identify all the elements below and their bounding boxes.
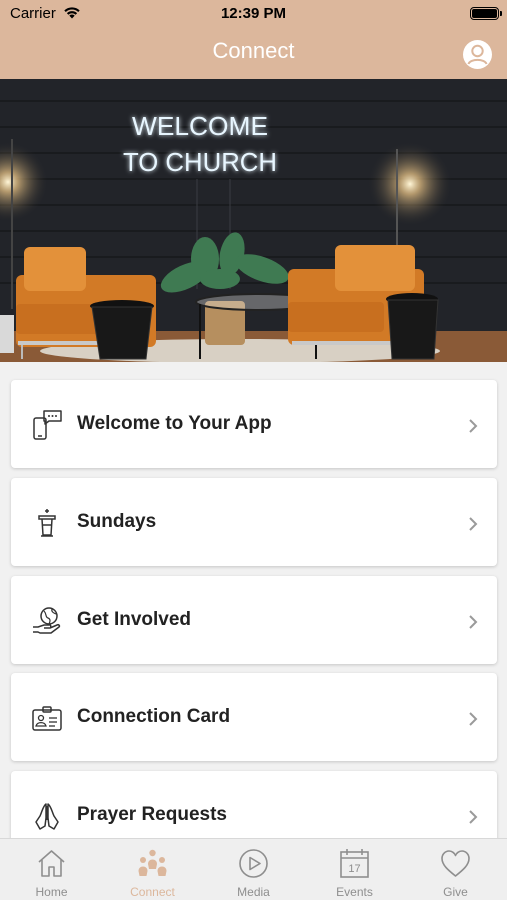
battery-icon bbox=[470, 7, 502, 20]
pulpit-icon bbox=[38, 509, 56, 537]
menu-item-label: Connection Card bbox=[77, 706, 231, 727]
tab-media[interactable]: Media bbox=[203, 839, 304, 900]
menu-item-sundays[interactable]: Sundays bbox=[11, 478, 497, 566]
menu-item-connection-card[interactable]: Connection Card bbox=[11, 673, 497, 761]
menu-item-welcome[interactable]: Welcome to Your App bbox=[11, 380, 497, 468]
user-icon bbox=[467, 44, 488, 65]
hero-image: WELCOME TO CHURCH bbox=[0, 79, 507, 362]
chevron-right-icon bbox=[469, 615, 478, 629]
menu-item-label: Welcome to Your App bbox=[77, 413, 272, 434]
profile-button[interactable] bbox=[463, 40, 492, 69]
home-icon bbox=[38, 850, 65, 877]
chevron-right-icon bbox=[469, 712, 478, 726]
globe-hand-icon bbox=[33, 607, 61, 634]
praying-hands-icon bbox=[35, 803, 59, 830]
menu-item-get-involved[interactable]: Get Involved bbox=[11, 576, 497, 664]
chevron-right-icon bbox=[469, 517, 478, 531]
calendar-icon: 17 bbox=[340, 849, 369, 878]
menu-item-label: Prayer Requests bbox=[77, 804, 227, 825]
tab-label: Media bbox=[237, 885, 270, 899]
chevron-right-icon bbox=[469, 419, 478, 433]
tab-label: Home bbox=[35, 885, 68, 899]
menu-item-label: Get Involved bbox=[77, 609, 192, 630]
status-bar: Carrier 12:39 PM bbox=[0, 0, 507, 28]
clock: 12:39 PM bbox=[220, 5, 287, 22]
menu-item-label: Sundays bbox=[77, 511, 157, 532]
tab-events[interactable]: 17 Events bbox=[304, 839, 405, 900]
tab-label: Events bbox=[336, 885, 373, 899]
tab-connect[interactable]: Connect bbox=[102, 839, 203, 900]
tab-label: Give bbox=[443, 885, 468, 899]
tab-label: Connect bbox=[130, 885, 175, 899]
top-bar: Carrier 12:39 PM Connect bbox=[0, 0, 507, 79]
page-title: Connect bbox=[212, 38, 295, 63]
play-icon bbox=[239, 849, 268, 878]
tab-bar: Home Connect Media 17 Events Give bbox=[0, 838, 507, 900]
neon-sign-line1: WELCOME bbox=[132, 111, 268, 141]
phone-chat-icon bbox=[33, 410, 62, 440]
people-icon bbox=[138, 849, 167, 876]
heart-icon bbox=[441, 850, 470, 877]
tab-home[interactable]: Home bbox=[1, 839, 102, 900]
neon-sign-line2: TO CHURCH bbox=[123, 147, 277, 177]
chevron-right-icon bbox=[469, 810, 478, 824]
tab-give[interactable]: Give bbox=[405, 839, 506, 900]
id-card-icon bbox=[32, 706, 62, 731]
calendar-day: 17 bbox=[348, 863, 360, 875]
